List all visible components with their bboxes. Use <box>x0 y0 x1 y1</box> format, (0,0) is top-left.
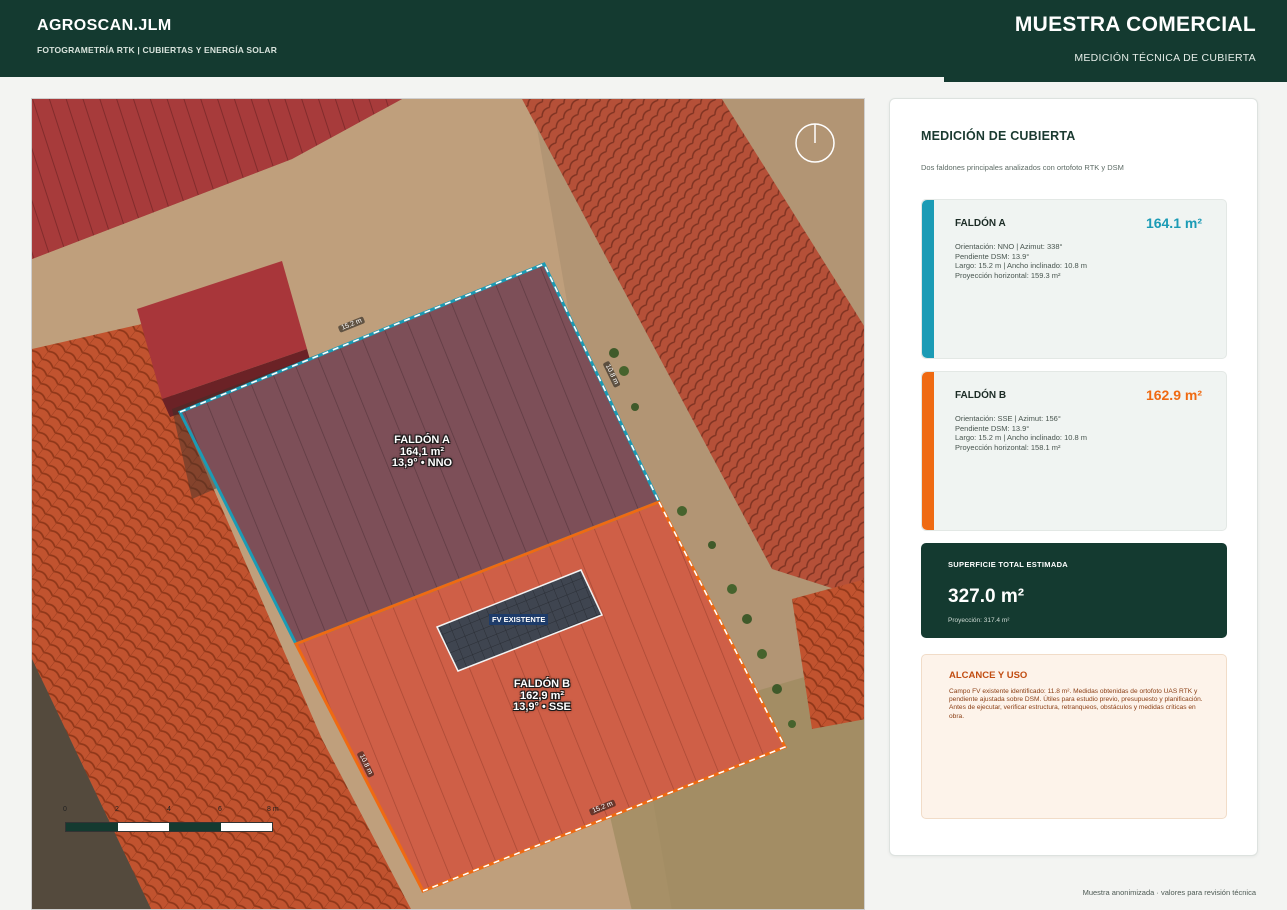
scale-label-6: 6 <box>218 806 222 813</box>
faldon-b-orientation: Orientación: SSE | Azimut: 156° <box>955 414 1061 423</box>
panel-title: MEDICIÓN DE CUBIERTA <box>921 129 1076 143</box>
scope-card: ALCANCE Y USO Campo FV existente identif… <box>921 654 1227 819</box>
faldon-b-card-name: FALDÓN B <box>955 390 1007 401</box>
faldon-b-slope-line: Pendiente DSM: 13.9° <box>955 423 1030 433</box>
total-surface-label: SUPERFICIE TOTAL ESTIMADA <box>948 560 1069 569</box>
faldon-a-orientation: Orientación: NNO | Azimut: 338° <box>955 242 1063 251</box>
faldon-b-slope: 13,9° • SSE <box>513 701 571 713</box>
faldon-b-projection: Proyección horizontal: 158.1 m² <box>955 442 1061 452</box>
faldon-a-name: FALDÓN A <box>394 434 450 446</box>
measurement-panel: MEDICIÓN DE CUBIERTA Dos faldones princi… <box>889 98 1258 856</box>
badge-title: MUESTRA COMERCIAL <box>1014 13 1256 36</box>
scale-seg-3 <box>169 823 221 831</box>
faldon-a-slope-line: Pendiente DSM: 13.9° <box>955 251 1030 261</box>
faldon-a-projection: Proyección horizontal: 159.3 m² <box>955 270 1061 280</box>
orthophoto-graphic <box>32 99 864 909</box>
pv-existing-label: FV EXISTENTE <box>489 614 549 625</box>
scale-label-4: 4 <box>167 806 171 813</box>
scale-label-2: 2 <box>115 806 119 813</box>
faldon-b-card-area: 162.9 m² <box>1145 387 1202 403</box>
brand-subtitle: FOTOGRAMETRÍA RTK | CUBIERTAS Y ENERGÍA … <box>37 45 278 55</box>
faldon-b-dimensions: Largo: 15.2 m | Ancho inclinado: 10.8 m <box>955 433 1088 442</box>
scale-seg-2 <box>117 823 169 831</box>
total-surface-card: SUPERFICIE TOTAL ESTIMADA 327.0 m² Proye… <box>921 543 1227 638</box>
scope-text: Campo FV existente identificado: 11.8 m²… <box>949 688 1203 720</box>
scale-seg-1 <box>66 823 118 831</box>
panel-subtitle: Dos faldones principales analizados con … <box>921 163 1124 172</box>
faldon-a-card-name: FALDÓN A <box>955 218 1006 229</box>
badge-subtitle: MEDICIÓN TÉCNICA DE CUBIERTA <box>1074 52 1256 64</box>
faldon-b-name: FALDÓN B <box>513 678 571 690</box>
faldon-a-color-bar <box>922 200 934 358</box>
scale-seg-4 <box>220 823 272 831</box>
scale-bar <box>65 822 273 832</box>
total-projection: Proyección: 317.4 m² <box>948 617 1010 624</box>
faldon-a-card-details: Orientación: NNO | Azimut: 338° Pendient… <box>955 242 1087 280</box>
faldon-a-slope: 13,9° • NNO <box>391 457 453 469</box>
footer-note: Muestra anonimizada · valores para revis… <box>1082 888 1256 897</box>
faldon-a-dimensions: Largo: 15.2 m | Ancho inclinado: 10.8 m <box>955 261 1088 270</box>
brand-logo-text: AGROSCAN.JLM <box>37 17 172 34</box>
sample-badge: MUESTRA COMERCIAL MEDICIÓN TÉCNICA DE CU… <box>944 0 1287 82</box>
scale-label-8: 8 m <box>267 806 279 813</box>
scale-label-0: 0 <box>63 806 67 813</box>
faldon-b-label: FALDÓN B 162,9 m² 13,9° • SSE <box>492 678 592 714</box>
faldon-b-color-bar <box>922 372 934 530</box>
faldon-b-card-details: Orientación: SSE | Azimut: 156° Pendient… <box>955 414 1087 452</box>
faldon-a-card-area: 164.1 m² <box>1145 215 1202 231</box>
faldon-a-label: FALDÓN A 164,1 m² 13,9° • NNO <box>372 434 472 470</box>
faldon-b-card: FALDÓN B 162.9 m² Orientación: SSE | Azi… <box>921 371 1227 531</box>
faldon-a-card: FALDÓN A 164.1 m² Orientación: NNO | Azi… <box>921 199 1227 359</box>
aerial-orthophoto[interactable]: FALDÓN A 164,1 m² 13,9° • NNO FALDÓN B 1… <box>31 98 865 910</box>
scope-title: ALCANCE Y USO <box>949 670 1028 681</box>
total-surface-value: 327.0 m² <box>948 586 1025 607</box>
